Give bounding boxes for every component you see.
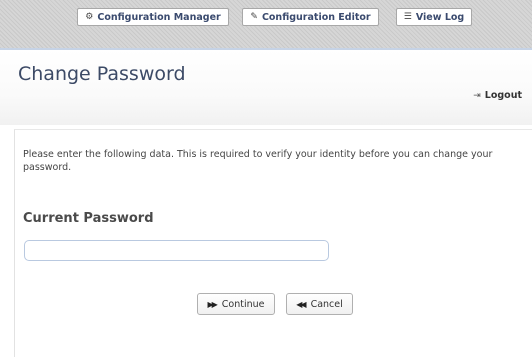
change-password-panel: Please enter the following data. This is…	[14, 129, 532, 357]
rewind-icon: ◀◀	[296, 299, 306, 309]
gears-icon: ⚙	[85, 12, 94, 22]
cancel-button[interactable]: ◀◀ Cancel	[286, 293, 353, 315]
current-password-input[interactable]	[24, 240, 329, 261]
configuration-manager-button[interactable]: ⚙ Configuration Manager	[77, 8, 229, 26]
continue-button[interactable]: ▶▶ Continue	[197, 293, 275, 315]
continue-label: Continue	[221, 298, 265, 310]
configuration-editor-button[interactable]: ✎ Configuration Editor	[242, 8, 379, 26]
view-log-label: View Log	[415, 11, 465, 23]
cancel-label: Cancel	[310, 298, 343, 310]
top-toolbar: ⚙ Configuration Manager ✎ Configuration …	[0, 0, 532, 48]
view-log-button[interactable]: ☰ View Log	[396, 8, 472, 26]
configuration-manager-label: Configuration Manager	[97, 11, 221, 23]
fast-forward-icon: ▶▶	[207, 299, 217, 309]
page-header: Change Password ⇥ Logout	[0, 48, 532, 125]
current-password-label: Current Password	[23, 211, 154, 226]
logout-label: Logout	[484, 90, 522, 101]
log-list-icon: ☰	[403, 12, 412, 22]
page-title: Change Password	[18, 63, 186, 85]
logout-icon: ⇥	[473, 90, 481, 101]
instructions-text: Please enter the following data. This is…	[23, 149, 493, 173]
edit-icon: ✎	[250, 12, 258, 22]
configuration-editor-label: Configuration Editor	[261, 11, 371, 23]
logout-link[interactable]: ⇥ Logout	[473, 90, 522, 101]
